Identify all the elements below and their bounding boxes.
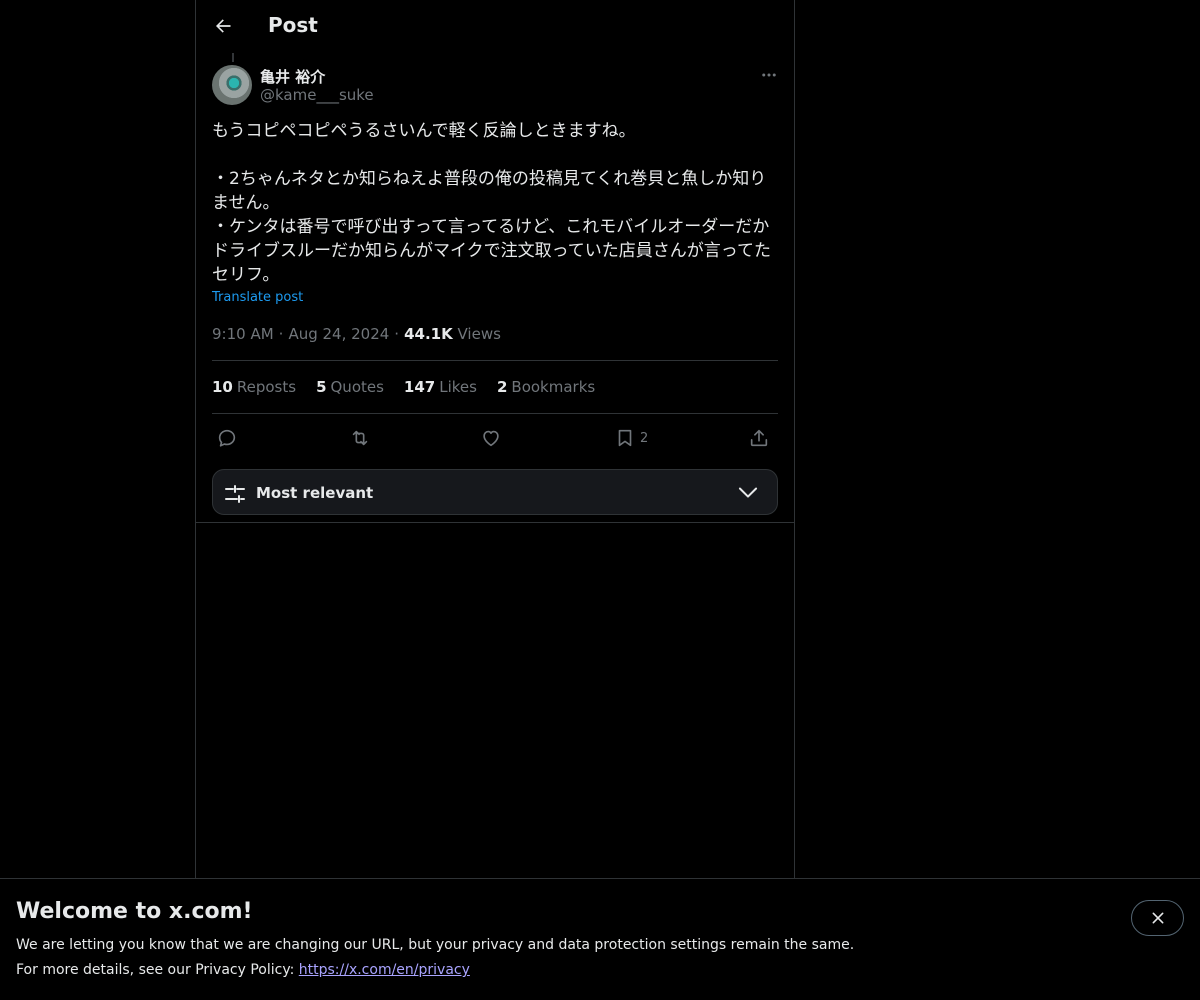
heart-icon <box>483 430 499 447</box>
action-bar: 2 <box>212 424 778 452</box>
top-bar: Post <box>196 0 794 53</box>
avatar[interactable] <box>212 65 252 105</box>
engagement-stats: 10 Reposts 5 Quotes 147 Likes 2 Bookmarks <box>212 378 595 396</box>
tweet-meta: 9:10 AM · Aug 24, 2024 · 44.1K Views <box>212 325 501 343</box>
stat-label: Likes <box>439 378 477 396</box>
share-button[interactable] <box>748 424 770 452</box>
reply-sort-dropdown[interactable]: Most relevant <box>212 469 778 515</box>
bookmark-count: 2 <box>640 430 649 446</box>
stat-label: Quotes <box>330 378 384 396</box>
welcome-banner: Welcome to x.com! We are letting you kno… <box>0 878 1200 1000</box>
divider <box>196 522 794 523</box>
meta-separator: · <box>278 325 284 343</box>
views[interactable]: 44.1K Views <box>404 325 501 343</box>
repost-icon <box>352 430 368 446</box>
stat-bookmarks[interactable]: 2 Bookmarks <box>497 378 595 396</box>
tweet-date[interactable]: Aug 24, 2024 <box>288 325 389 343</box>
views-count: 44.1K <box>404 325 453 343</box>
stat-count: 5 <box>316 378 327 396</box>
close-banner-button[interactable] <box>1131 900 1184 936</box>
bookmark-icon <box>618 429 632 447</box>
stat-count: 10 <box>212 378 233 396</box>
banner-message: We are letting you know that we are chan… <box>16 937 855 953</box>
repost-button[interactable] <box>349 424 371 452</box>
reply-button[interactable] <box>216 424 238 452</box>
author-name[interactable]: 亀井 裕介 <box>260 66 325 87</box>
stat-likes[interactable]: 147 Likes <box>404 378 477 396</box>
page-title: Post <box>268 13 318 37</box>
tweet-time[interactable]: 9:10 AM <box>212 325 274 343</box>
more-options-button[interactable] <box>756 64 782 86</box>
meta-separator: · <box>394 325 400 343</box>
stat-count: 2 <box>496 378 508 396</box>
reply-icon <box>218 429 236 447</box>
share-icon <box>750 429 768 447</box>
privacy-policy-link[interactable]: https://x.com/en/privacy <box>299 962 470 978</box>
banner-details-text: For more details, see our Privacy Policy… <box>16 962 299 978</box>
thread-connector-line <box>232 53 234 62</box>
more-dots-icon <box>762 73 776 77</box>
like-button[interactable] <box>480 424 502 452</box>
author-handle[interactable]: @kame___suke <box>260 86 374 104</box>
sliders-icon <box>225 485 245 503</box>
divider <box>212 360 778 361</box>
back-button[interactable] <box>208 11 238 41</box>
stat-count: 147 <box>403 378 436 396</box>
banner-details: For more details, see our Privacy Policy… <box>16 962 470 978</box>
chevron-down-icon <box>738 487 758 498</box>
tweet-text: もうコピペコピペうるさいんで軽く反論しときますね。 ・2ちゃんネタとか知らねえよ… <box>212 121 771 285</box>
main-column: Post 亀井 裕介 @kame___suke もうコピペコピペうるさいんで軽く… <box>195 0 795 878</box>
banner-title: Welcome to x.com! <box>16 899 253 924</box>
views-label: Views <box>457 325 501 343</box>
bookmark-button[interactable]: 2 <box>614 424 648 452</box>
stat-reposts[interactable]: 10 Reposts <box>212 378 296 396</box>
close-icon <box>1152 912 1163 924</box>
stat-label: Bookmarks <box>511 378 596 396</box>
sort-label: Most relevant <box>256 484 374 502</box>
stat-quotes[interactable]: 5 Quotes <box>316 378 384 396</box>
stat-label: Reposts <box>236 378 297 396</box>
back-arrow-icon <box>216 19 231 33</box>
translate-post-link[interactable]: Translate post <box>212 290 303 305</box>
divider <box>212 413 778 414</box>
